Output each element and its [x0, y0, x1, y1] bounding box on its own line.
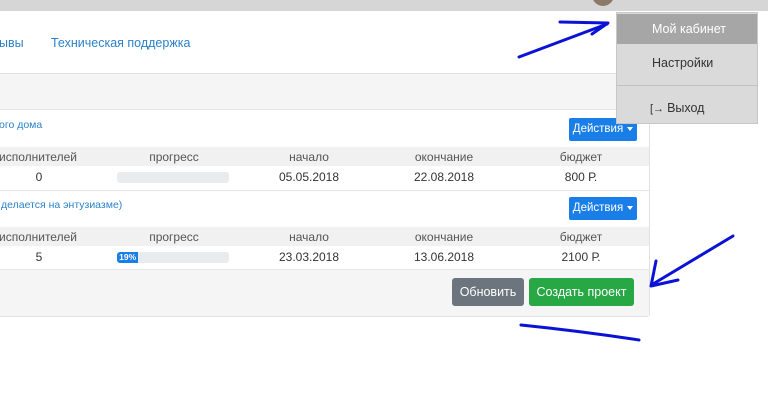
- nav-link-reviews[interactable]: ывы: [0, 36, 24, 50]
- card-footer: Обновить Создать проект: [0, 269, 649, 316]
- logout-label: Выход: [667, 101, 705, 115]
- annotation-arrow: [651, 234, 735, 286]
- col-progress: прогресс: [149, 230, 199, 244]
- annotation-arrow: [517, 22, 609, 59]
- menu-item-logout[interactable]: [→ Выход: [617, 93, 757, 123]
- actions-label: Действия: [572, 202, 624, 214]
- user-dropdown-menu: Мой кабинет Настройки [→ Выход: [616, 12, 758, 124]
- caret-down-icon: [627, 126, 634, 131]
- projects-card: ого дома Действия исполнителей прогресс …: [0, 73, 650, 317]
- col-end: окончание: [414, 230, 474, 244]
- annotation-underline: [519, 323, 641, 342]
- start-date: 23.03.2018: [278, 250, 340, 264]
- budget: 800 Р.: [564, 170, 598, 184]
- col-executors: исполнителей: [0, 150, 77, 164]
- col-executors: исполнителей: [0, 230, 77, 244]
- executors-count: 0: [35, 170, 43, 184]
- menu-item-settings[interactable]: Настройки: [617, 48, 757, 78]
- end-date: 22.08.2018: [413, 170, 475, 184]
- top-bar: [0, 0, 768, 11]
- progress-bar: [117, 172, 229, 183]
- end-date: 13.06.2018: [413, 250, 475, 264]
- annotation-arrowhead: [649, 259, 680, 288]
- table-header-row: исполнителей прогресс начало окончание б…: [0, 147, 649, 166]
- annotation-arrowhead: [558, 20, 610, 36]
- project-title[interactable]: ого дома: [0, 119, 42, 131]
- actions-label: Действия: [572, 123, 624, 135]
- table-header-row: исполнителей прогресс начало окончание б…: [0, 227, 649, 246]
- logout-icon: [→: [650, 103, 665, 115]
- col-budget: бюджет: [559, 230, 603, 244]
- refresh-button[interactable]: Обновить: [452, 278, 524, 306]
- avatar[interactable]: [592, 0, 614, 6]
- budget: 2100 Р.: [561, 250, 601, 264]
- col-start: начало: [289, 230, 329, 244]
- menu-item-my-cabinet[interactable]: Мой кабинет: [617, 14, 757, 44]
- actions-dropdown-button[interactable]: Действия: [569, 197, 637, 220]
- card-header: [0, 74, 649, 110]
- nav-link-support[interactable]: Техническая поддержка: [51, 36, 190, 50]
- create-project-button[interactable]: Создать проект: [529, 278, 634, 306]
- row-divider: [0, 190, 649, 191]
- project-title[interactable]: делается на энтузиазме): [1, 199, 122, 211]
- col-progress: прогресс: [149, 150, 199, 164]
- col-start: начало: [289, 150, 329, 164]
- progress-bar: 19%: [117, 252, 229, 263]
- executors-count: 5: [35, 250, 43, 264]
- col-end: окончание: [414, 150, 474, 164]
- menu-divider: [617, 85, 757, 86]
- progress-fill: 19%: [117, 252, 139, 263]
- caret-down-icon: [627, 205, 634, 210]
- start-date: 05.05.2018: [278, 170, 340, 184]
- col-budget: бюджет: [559, 150, 603, 164]
